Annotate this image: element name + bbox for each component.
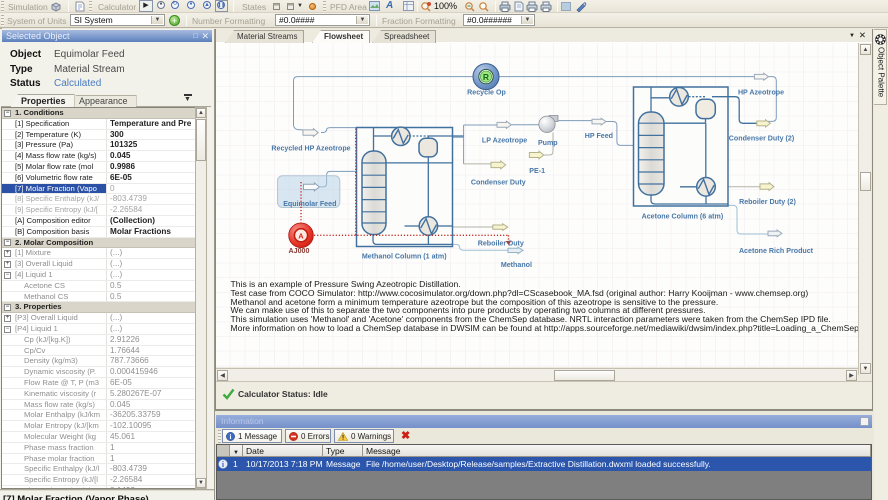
svg-text:AJ000: AJ000	[289, 247, 310, 255]
svg-text:Acetone Rich Product: Acetone Rich Product	[739, 247, 814, 255]
svg-text:Condenser Duty (2): Condenser Duty (2)	[729, 135, 795, 143]
svg-text:HP Azeotrope: HP Azeotrope	[738, 89, 784, 97]
svg-text:Reboiler Duty (2): Reboiler Duty (2)	[739, 198, 796, 206]
svg-text:Recycled HP Azeotrope: Recycled HP Azeotrope	[271, 145, 350, 153]
svg-text:A: A	[298, 231, 304, 240]
svg-text:Acetone Column (6 atm): Acetone Column (6 atm)	[642, 213, 724, 221]
svg-text:Equimolar Feed: Equimolar Feed	[283, 200, 336, 208]
svg-text:Condenser Duty: Condenser Duty	[471, 179, 526, 187]
svg-text:HP Feed: HP Feed	[585, 132, 613, 140]
svg-text:Pump: Pump	[538, 139, 558, 147]
svg-text:LP Azeotrope: LP Azeotrope	[482, 137, 527, 145]
svg-text:i: i	[230, 433, 232, 441]
svg-text:Methanol: Methanol	[501, 261, 532, 269]
svg-text:Recycle Op: Recycle Op	[467, 88, 506, 96]
svg-text:PE-1: PE-1	[529, 167, 545, 175]
svg-text:Reboiler Duty: Reboiler Duty	[478, 239, 524, 247]
svg-text:R: R	[483, 72, 489, 82]
svg-text:Methanol Column (1 atm): Methanol Column (1 atm)	[362, 252, 447, 260]
